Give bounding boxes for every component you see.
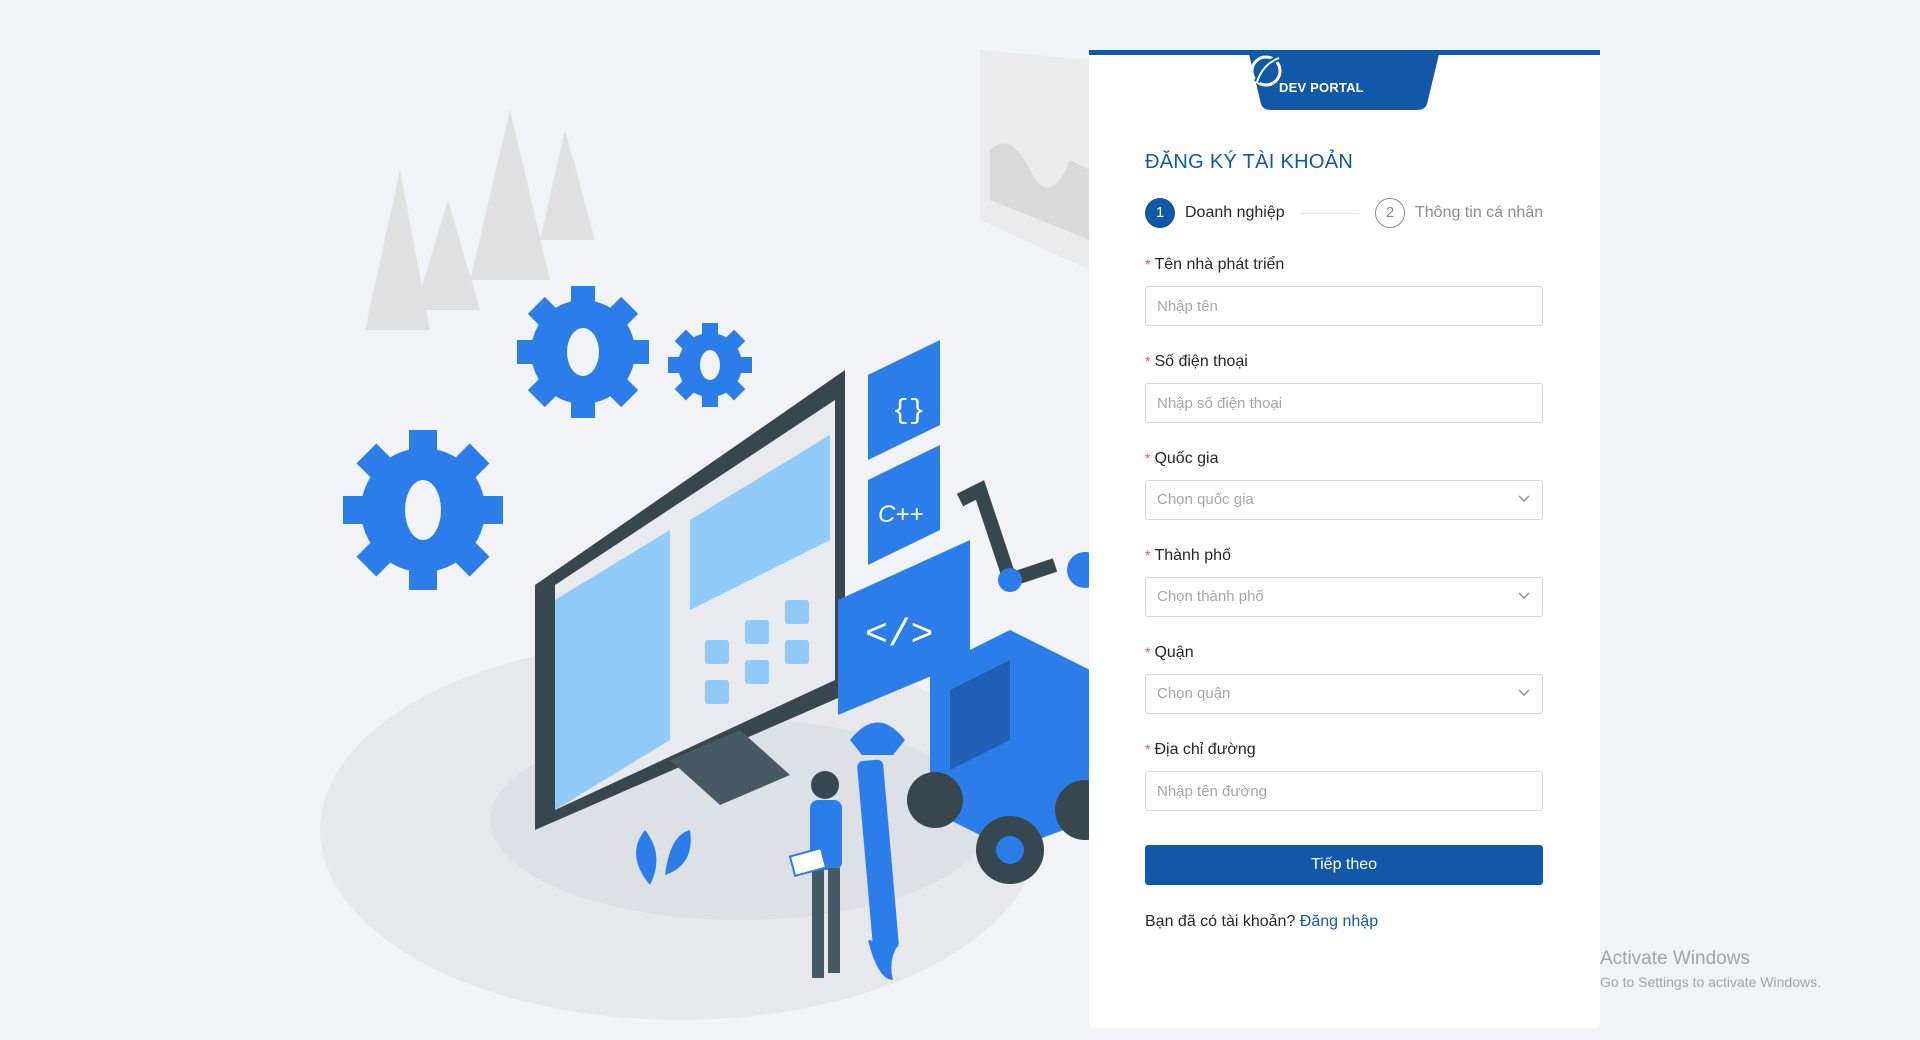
phone-label: Số điện thoại	[1154, 353, 1248, 370]
step-connector	[1301, 213, 1359, 214]
district-field: * Quận Chọn quận	[1145, 641, 1543, 714]
watermark-title: Activate Windows	[1600, 948, 1750, 969]
country-select[interactable]: Chọn quốc gia	[1145, 480, 1543, 520]
gear-icon	[343, 430, 503, 590]
robot-truck-illustration	[907, 480, 1115, 884]
required-mark: *	[1145, 353, 1151, 369]
required-mark: *	[1145, 450, 1151, 466]
required-mark: *	[1145, 256, 1151, 272]
required-mark: *	[1145, 644, 1151, 660]
background-trees	[365, 110, 595, 330]
city-field: * Thành phố Chọn thành phố	[1145, 544, 1543, 617]
windows-activation-watermark: Activate Windows Go to Settings to activ…	[1600, 948, 1821, 990]
step-2-label: Thông tin cá nhân	[1415, 204, 1544, 221]
phone-field: * Số điện thoại	[1145, 350, 1543, 423]
district-select[interactable]: Chọn quận	[1145, 674, 1543, 714]
city-label: Thành phố	[1154, 547, 1231, 564]
tile-tag-label: </>	[865, 614, 933, 657]
chevron-down-icon	[1518, 592, 1530, 600]
street-label: Địa chỉ đường	[1154, 741, 1256, 758]
country-field: * Quốc gia Chọn quốc gia	[1145, 447, 1543, 520]
step-1-label: Doanh nghiệp	[1185, 204, 1285, 221]
city-placeholder: Chọn thành phố	[1157, 588, 1264, 605]
developer-illustration: {} C++ </>	[320, 40, 1115, 1030]
login-prompt-line: Bạn đã có tài khoản? Đăng nhập	[1145, 913, 1378, 931]
gear-icon	[668, 323, 752, 407]
step-2-number: 2	[1375, 198, 1405, 228]
required-mark: *	[1145, 547, 1151, 563]
brand-logo-icon	[1250, 55, 1282, 87]
country-label: Quốc gia	[1154, 450, 1219, 467]
login-prompt: Bạn đã có tài khoản?	[1145, 913, 1296, 930]
gear-icon	[517, 286, 649, 418]
registration-card: DEV PORTAL ĐĂNG KÝ TÀI KHOẢN 1 Doanh ngh…	[1089, 50, 1600, 1028]
required-mark: *	[1145, 741, 1151, 757]
tile-cpp-label: C++	[878, 501, 923, 528]
chevron-down-icon	[1518, 689, 1530, 697]
developer-name-field: * Tên nhà phát triển	[1145, 253, 1543, 326]
step-1-number: 1	[1145, 198, 1175, 228]
developer-name-label: Tên nhà phát triển	[1154, 256, 1285, 273]
city-select[interactable]: Chọn thành phố	[1145, 577, 1543, 617]
brand-name: DEV PORTAL	[1279, 80, 1364, 95]
next-button[interactable]: Tiếp theo	[1145, 845, 1543, 885]
district-placeholder: Chọn quận	[1157, 685, 1231, 702]
street-field: * Địa chỉ đường	[1145, 738, 1543, 811]
code-tile-cpp: C++	[868, 445, 940, 565]
brand-logo: DEV PORTAL	[1249, 54, 1439, 110]
watermark-subtitle: Go to Settings to activate Windows.	[1600, 974, 1821, 990]
code-tile-braces: {}	[868, 340, 940, 460]
developer-name-input[interactable]	[1145, 286, 1543, 326]
page-title: ĐĂNG KÝ TÀI KHOẢN	[1145, 151, 1354, 173]
chevron-down-icon	[1518, 495, 1530, 503]
district-label: Quận	[1154, 644, 1194, 661]
street-input[interactable]	[1145, 771, 1543, 811]
background-chart-panel	[980, 50, 1090, 270]
phone-input[interactable]	[1145, 383, 1543, 423]
tile-braces-label: {}	[892, 396, 926, 427]
stepper: 1 Doanh nghiệp 2 Thông tin cá nhân	[1145, 198, 1545, 232]
country-placeholder: Chọn quốc gia	[1157, 491, 1254, 508]
login-link[interactable]: Đăng nhập	[1300, 913, 1378, 930]
